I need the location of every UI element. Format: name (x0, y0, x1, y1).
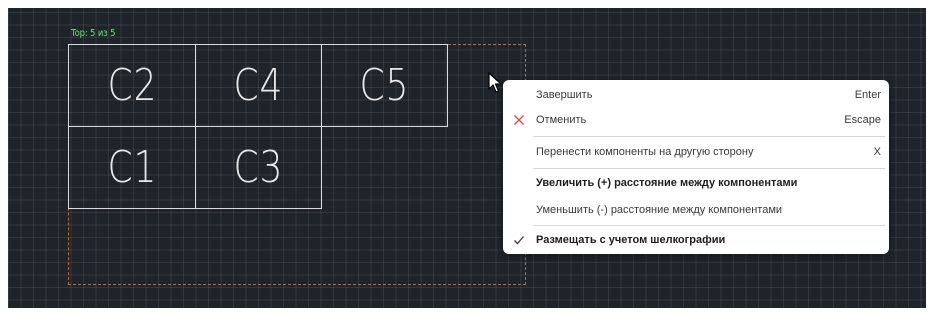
component-c2[interactable]: C2 (68, 44, 196, 127)
menu-item-increase-spacing[interactable]: Увеличить (+) расстояние между компонент… (503, 173, 889, 193)
mouse-pointer-icon (488, 72, 502, 93)
close-icon (511, 110, 527, 133)
menu-item-flip-side[interactable]: Перенести компоненты на другую сторону X (503, 142, 889, 162)
check-icon (511, 230, 527, 253)
menu-item-cancel[interactable]: Отменить Escape (503, 110, 889, 130)
component-label: C2 (107, 60, 157, 111)
menu-item-silkscreen-placement[interactable]: Размещать с учетом шелкографии (503, 230, 889, 250)
component-label: C5 (359, 60, 410, 111)
component-c4[interactable]: C4 (195, 44, 322, 127)
menu-separator (533, 168, 885, 169)
component-label: C1 (107, 142, 157, 193)
context-menu: Завершить Enter Отменить Escape Перенест… (503, 80, 889, 254)
menu-item-shortcut: Escape (844, 114, 881, 126)
component-c1[interactable]: C1 (68, 126, 196, 209)
menu-item-decrease-spacing[interactable]: Уменьшить (-) расстояние между компонент… (503, 200, 889, 220)
component-c3[interactable]: C3 (195, 126, 322, 209)
component-label: C4 (233, 60, 284, 111)
menu-item-label: Завершить (536, 89, 593, 101)
menu-item-finish[interactable]: Завершить Enter (503, 85, 889, 105)
menu-item-label: Отменить (536, 114, 587, 126)
menu-item-label: Увеличить (+) расстояние между компонент… (536, 177, 798, 189)
menu-separator (533, 136, 885, 137)
menu-item-shortcut: X (873, 146, 881, 158)
component-counter: Top: 5 из 5 (71, 28, 116, 39)
menu-separator (533, 225, 885, 226)
component-label: C3 (233, 142, 284, 193)
menu-item-label: Перенести компоненты на другую сторону (536, 146, 754, 158)
component-c5[interactable]: C5 (321, 44, 448, 127)
menu-item-label: Размещать с учетом шелкографии (536, 234, 726, 246)
menu-item-shortcut: Enter (854, 89, 881, 101)
menu-item-label: Уменьшить (-) расстояние между компонент… (536, 204, 783, 216)
